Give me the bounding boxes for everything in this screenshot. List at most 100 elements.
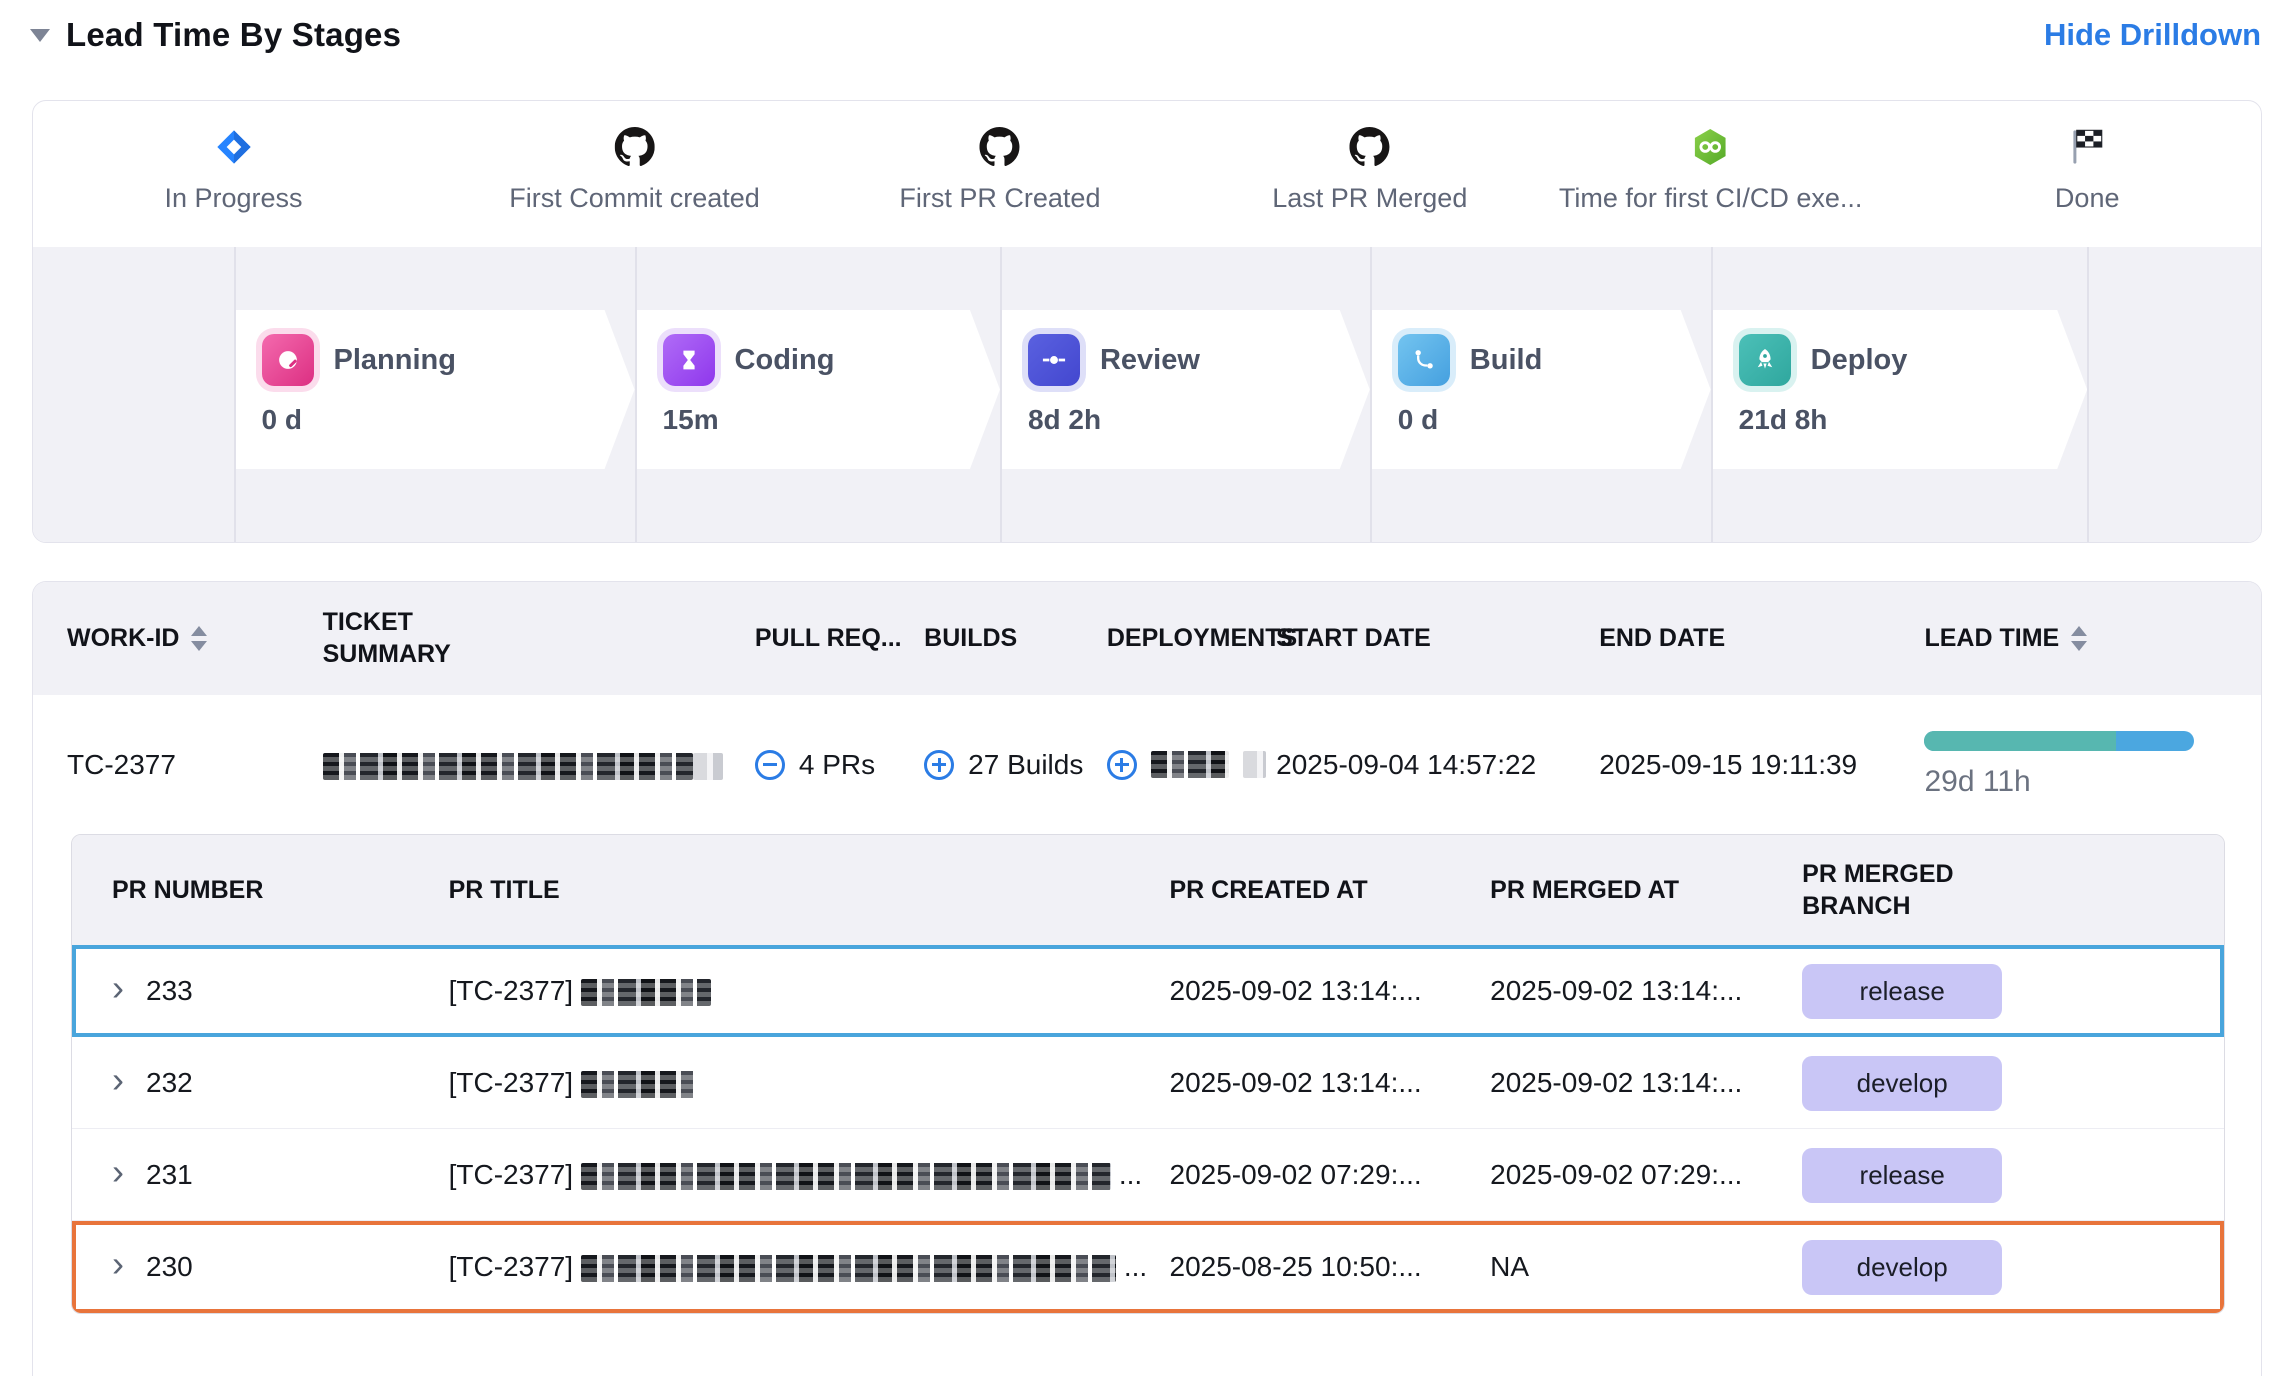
ticket-summary-value [323, 749, 755, 781]
stage-name: Coding [735, 344, 835, 377]
pr-merged-at: 2025-09-02 13:14:... [1490, 1067, 1802, 1099]
pr-number: 232 [146, 1067, 193, 1099]
pull-requests-count: 4 PRs [799, 749, 875, 781]
deployments-cell[interactable] [1107, 750, 1276, 780]
column-header-lead-time[interactable]: LEAD TIME [1924, 623, 2261, 654]
column-header-start-date: START DATE [1276, 623, 1599, 654]
pr-title: [TC-2377] ... [449, 1251, 1170, 1283]
chevron-right-icon[interactable]: › [112, 1246, 124, 1282]
github-icon [1350, 127, 1390, 167]
builds-cell[interactable]: 27 Builds [924, 749, 1107, 781]
stage-card-coding[interactable]: Coding 15m [637, 310, 1000, 469]
marker-label: Last PR Merged [1272, 183, 1467, 214]
pr-title: [TC-2377] [449, 975, 1170, 1007]
stage-duration: 15m [663, 404, 974, 436]
pr-created-at: 2025-09-02 13:14:... [1170, 975, 1491, 1007]
lead-time-value: 29d 11h [1924, 765, 2251, 799]
hide-drilldown-link[interactable]: Hide Drilldown [2044, 17, 2261, 53]
stage-divider [635, 247, 637, 542]
expand-plus-icon[interactable] [924, 750, 954, 780]
page-title: Lead Time By Stages [66, 16, 401, 54]
section-header: Lead Time By Stages Hide Drilldown [30, 16, 2261, 54]
column-header-pr-merged-at: PR MERGED AT [1490, 874, 1802, 907]
column-header-pr-number: PR NUMBER [72, 874, 449, 907]
rocket-icon [1739, 334, 1791, 386]
chevron-right-icon[interactable]: › [112, 1062, 124, 1098]
stage-divider [1370, 247, 1372, 542]
chevron-right-icon[interactable]: › [112, 1154, 124, 1190]
pr-merged-branch-cell: release [1802, 964, 2224, 1019]
collapse-minus-icon[interactable] [755, 750, 785, 780]
stage-card-build[interactable]: Build 0 d [1372, 310, 1711, 469]
end-date-value: 2025-09-15 19:11:39 [1599, 749, 1924, 781]
lead-time-bar [1924, 731, 2194, 751]
stage-divider [2087, 247, 2089, 542]
branch-badge[interactable]: release [1802, 1148, 2002, 1203]
redacted-text [323, 753, 693, 780]
stage-band: Planning 0 d Coding 15m [33, 247, 2261, 542]
pr-merged-branch-cell: develop [1802, 1240, 2224, 1295]
branch-badge[interactable]: release [1802, 964, 2002, 1019]
git-branch-icon [1398, 334, 1450, 386]
marker-label: Time for first CI/CD exe... [1559, 183, 1863, 214]
builds-count: 27 Builds [968, 749, 1083, 781]
column-header-pr-title: PR TITLE [449, 874, 1170, 907]
pr-merged-branch-cell: release [1802, 1148, 2224, 1203]
redacted-text [1243, 751, 1266, 778]
column-header-deployments: DEPLOYMENTS [1107, 623, 1276, 654]
stage-divider [234, 247, 236, 542]
stage-duration: 8d 2h [1028, 404, 1344, 436]
pr-title: [TC-2377] [449, 1067, 1170, 1099]
stage-name: Review [1100, 344, 1200, 377]
column-header-work-id[interactable]: WORK-ID [33, 623, 323, 654]
pr-number: 230 [146, 1251, 193, 1283]
stage-card-planning[interactable]: Planning 0 d [236, 310, 635, 469]
work-table-header: WORK-ID TICKET SUMMARY PULL REQ... BUILD… [33, 582, 2261, 695]
pr-created-at: 2025-09-02 07:29:... [1170, 1159, 1491, 1191]
stage-marker-in-progress: In Progress [164, 127, 302, 214]
pr-merged-at: NA [1490, 1251, 1802, 1283]
stage-marker-last-pr-merged: Last PR Merged [1272, 127, 1467, 214]
start-date-value: 2025-09-04 14:57:22 [1276, 749, 1599, 781]
column-header-pr-created-at: PR CREATED AT [1170, 874, 1491, 907]
stage-duration: 21d 8h [1739, 404, 2062, 436]
redacted-text [581, 1163, 1111, 1190]
pull-requests-cell[interactable]: 4 PRs [755, 749, 924, 781]
branch-badge[interactable]: develop [1802, 1056, 2002, 1111]
stage-divider [1711, 247, 1713, 542]
branch-badge[interactable]: develop [1802, 1240, 2002, 1295]
stage-card-deploy[interactable]: Deploy 21d 8h [1713, 310, 2088, 469]
stage-card-review[interactable]: Review 8d 2h [1002, 310, 1370, 469]
sort-icon[interactable] [191, 626, 207, 651]
stage-marker-first-pr: First PR Created [899, 127, 1100, 214]
pr-row-231[interactable]: › 231 [TC-2377] ... 2025-09-02 07:29:...… [72, 1129, 2224, 1221]
pr-created-at: 2025-09-02 13:14:... [1170, 1067, 1491, 1099]
redacted-text [581, 979, 711, 1006]
pr-merged-at: 2025-09-02 13:14:... [1490, 975, 1802, 1007]
git-commit-icon [1028, 334, 1080, 386]
stage-marker-cicd: Time for first CI/CD exe... [1559, 127, 1863, 214]
finish-flag-icon [2067, 127, 2107, 167]
collapse-caret-icon[interactable] [30, 29, 50, 42]
redacted-text [1151, 751, 1229, 778]
pr-table-header: PR NUMBER PR TITLE PR CREATED AT PR MERG… [72, 835, 2224, 945]
pr-row-233[interactable]: › 233 [TC-2377] 2025-09-02 13:14:... 202… [72, 945, 2224, 1037]
github-icon [615, 127, 655, 167]
marker-label: First Commit created [509, 183, 760, 214]
jira-diamond-icon [214, 127, 254, 167]
stage-duration: 0 d [262, 404, 609, 436]
work-item-row: TC-2377 4 PRs 27 Builds 2025-09-04 14:57… [33, 695, 2261, 834]
expand-plus-icon[interactable] [1107, 750, 1137, 780]
sort-icon[interactable] [2071, 626, 2087, 651]
lead-time-cell: 29d 11h [1924, 731, 2261, 799]
column-header-builds: BUILDS [924, 623, 1107, 654]
pr-created-at: 2025-08-25 10:50:... [1170, 1251, 1491, 1283]
pr-number: 231 [146, 1159, 193, 1191]
redacted-text [581, 1071, 696, 1098]
marker-label: First PR Created [899, 183, 1100, 214]
pr-row-232[interactable]: › 232 [TC-2377] 2025-09-02 13:14:... 202… [72, 1037, 2224, 1129]
pr-row-230[interactable]: › 230 [TC-2377] ... 2025-08-25 10:50:...… [72, 1221, 2224, 1313]
cicd-hexagon-icon [1691, 127, 1731, 167]
chevron-right-icon[interactable]: › [112, 970, 124, 1006]
work-id-value: TC-2377 [33, 749, 323, 781]
